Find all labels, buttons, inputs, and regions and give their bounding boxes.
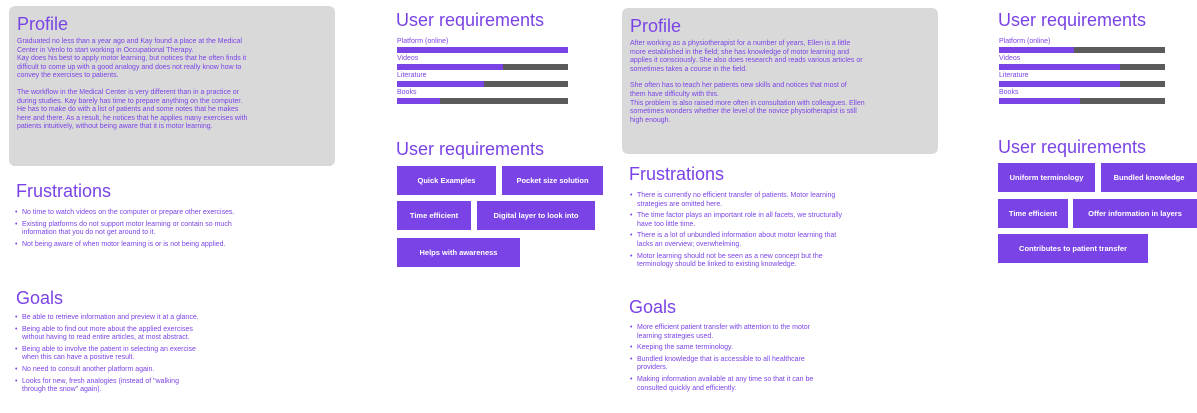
kay-requirements-bars-title: User requirements [396, 10, 545, 30]
requirement-item: Platform (online) [999, 38, 1165, 53]
list-item: Motor learning should not be seen as a n… [629, 253, 929, 270]
list-item: Being able to find out more about the ap… [14, 326, 334, 343]
requirement-label: Literature [999, 72, 1029, 79]
ellen-requirements-bars: Platform (online) Videos Literature Book… [999, 38, 1165, 106]
requirement-tag-time-efficient: Time efficient [998, 199, 1068, 228]
requirement-bar [397, 98, 568, 104]
requirement-item: Books [999, 89, 1165, 104]
requirement-item: Videos [999, 55, 1165, 70]
requirement-tag-helps-with-awareness: Helps with awareness [397, 238, 520, 267]
kay-goals-list: Be able to retrieve information and prev… [14, 314, 334, 398]
kay-requirements-bars: Platform (online) Videos Literature Book… [397, 38, 568, 106]
list-item: More efficient patient transfer with att… [629, 324, 929, 341]
requirement-bar [999, 81, 1165, 87]
requirement-tag-contributes-to-patient-transfer: Contributes to patient transfer [998, 234, 1148, 263]
requirement-label: Literature [397, 72, 427, 79]
requirement-bar-fill [397, 81, 485, 87]
requirement-tag-bundled-knowledge: Bundled knowledge [1101, 163, 1197, 192]
requirement-bar [397, 47, 568, 53]
requirement-tag-digital-layer: Digital layer to look into [477, 201, 595, 230]
kay-goals-title: Goals [16, 288, 64, 308]
requirement-tag-uniform-terminology: Uniform terminology [998, 163, 1095, 192]
kay-profile-paragraph-1: Graduated no less than a year ago and Ka… [17, 38, 247, 80]
list-item: Be able to retrieve information and prev… [14, 314, 334, 323]
list-item: Bundled knowledge that is accessible to … [629, 356, 929, 373]
requirement-label: Books [999, 89, 1019, 96]
requirement-item: Literature [999, 72, 1165, 87]
requirement-tag-offer-information-in-layers: Offer information in layers [1073, 199, 1197, 228]
ellen-profile-paragraph-1: After working as a physiotherapist for a… [630, 40, 863, 73]
list-item: No need to consult another platform agai… [14, 366, 334, 375]
list-item: Being able to involve the patient in sel… [14, 346, 334, 363]
ellen-goals-title: Goals [629, 297, 677, 317]
requirement-tag-time-efficient: Time efficient [397, 201, 471, 230]
ellen-frustrations-list: There is currently no efficient transfer… [629, 192, 929, 273]
ellen-requirements-bars-title: User requirements [998, 10, 1147, 30]
kay-profile-card: Profile Graduated no less than a year ag… [9, 6, 335, 166]
requirement-bar [999, 98, 1165, 104]
requirement-item: Literature [397, 72, 568, 87]
requirement-item: Platform (online) [397, 38, 568, 53]
requirement-tag-quick-examples: Quick Examples [397, 166, 496, 195]
kay-frustrations-list: No time to watch videos on the computer … [14, 209, 334, 252]
requirement-item: Videos [397, 55, 568, 70]
requirement-bar-fill [999, 81, 1121, 87]
requirement-bar-fill [999, 98, 1081, 104]
requirement-bar [999, 64, 1165, 70]
list-item: There is a lot of unbundled information … [629, 232, 929, 249]
ellen-profile-paragraph-2: She often has to teach her patients new … [630, 82, 865, 124]
requirement-bar-fill [999, 64, 1121, 70]
requirement-item: Books [397, 89, 568, 104]
ellen-goals-list: More efficient patient transfer with att… [629, 324, 929, 396]
ellen-frustrations-title: Frustrations [629, 164, 725, 184]
list-item: No time to watch videos on the computer … [14, 209, 334, 218]
requirement-bar-fill [397, 47, 568, 53]
requirement-bar [397, 64, 568, 70]
list-item: Existing platforms do not support motor … [14, 221, 334, 238]
requirement-bar-fill [999, 47, 1074, 53]
requirement-label: Videos [397, 55, 419, 62]
ellen-profile-card: Profile After working as a physiotherapi… [622, 8, 938, 154]
ellen-profile-title: Profile [630, 16, 682, 36]
kay-profile-paragraph-2: The workflow in the Medical Center is ve… [17, 88, 248, 131]
requirement-bar [999, 47, 1165, 53]
list-item: Keeping the same terminology. [629, 344, 929, 353]
requirement-label: Platform (online) [999, 38, 1051, 45]
requirement-label: Videos [999, 55, 1021, 62]
requirement-label: Platform (online) [397, 38, 449, 45]
list-item: There is currently no efficient transfer… [629, 192, 929, 209]
requirement-bar [397, 81, 568, 87]
requirement-tag-pocket-size-solution: Pocket size solution [502, 166, 603, 195]
list-item: Looks for new, fresh analogies (instead … [14, 378, 334, 395]
ellen-requirements-tags-title: User requirements [998, 137, 1147, 157]
list-item: Making information available at any time… [629, 376, 929, 393]
kay-requirements-tags-title: User requirements [396, 139, 545, 159]
requirement-bar-fill [397, 64, 504, 70]
kay-frustrations-title: Frustrations [16, 181, 112, 201]
list-item: Not being aware of when motor learning i… [14, 241, 334, 250]
kay-profile-title: Profile [17, 14, 69, 34]
list-item: The time factor plays an important role … [629, 212, 929, 229]
requirement-label: Books [397, 89, 417, 96]
requirement-bar-fill [397, 98, 440, 104]
